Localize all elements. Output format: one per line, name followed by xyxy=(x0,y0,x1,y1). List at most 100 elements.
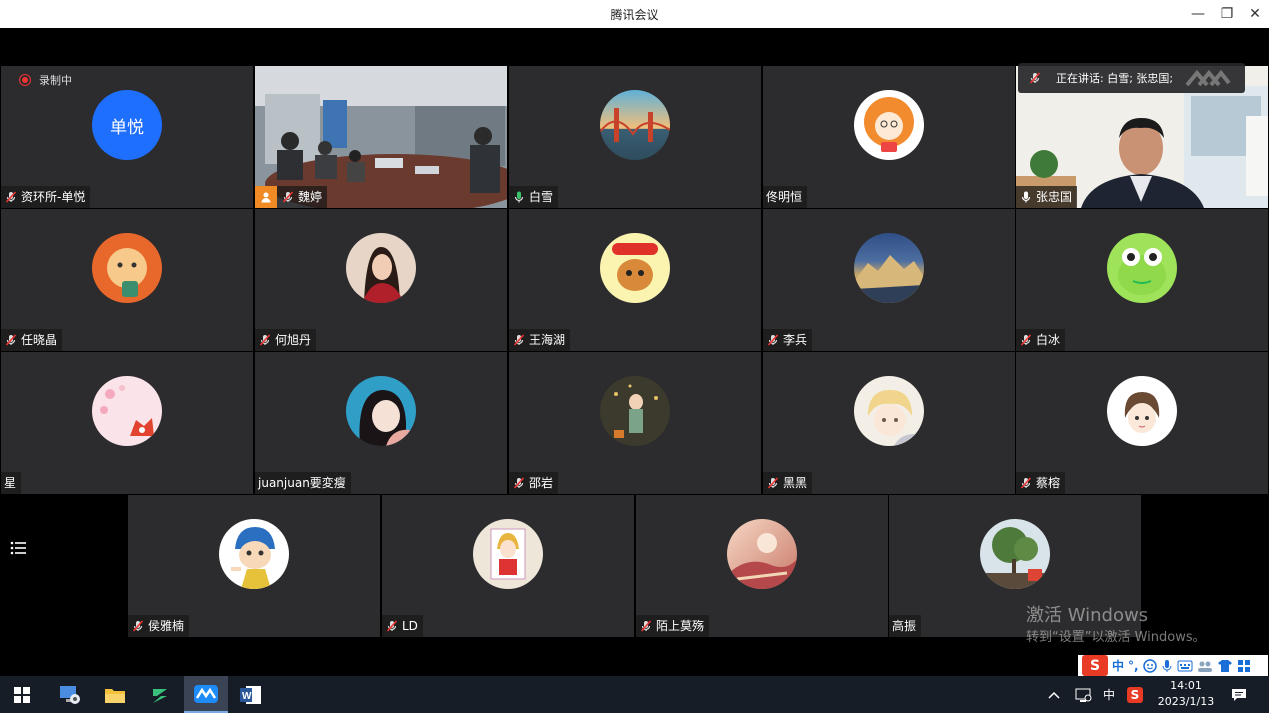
avatar xyxy=(600,233,670,303)
meeting-stage: 录制中 单悦 资环所-单悦 魏婷 白雪 佟明恒 张忠国 正在讲话: 白雪; 张忠… xyxy=(0,28,1269,676)
taskbar-clock[interactable]: 14:01 2023/1/13 xyxy=(1150,678,1222,710)
participant-name-tag: 侯雅楠 xyxy=(128,615,190,637)
app-s-icon xyxy=(153,688,167,703)
participant-name: 星 xyxy=(4,476,17,490)
avatar xyxy=(854,233,924,303)
participant-tile[interactable]: 白冰 xyxy=(1016,209,1268,351)
mic-muted-icon xyxy=(282,191,294,203)
participant-name-tag: 黑黑 xyxy=(763,472,813,494)
sogou-tray-icon[interactable]: S xyxy=(1124,676,1146,713)
mic-muted-icon xyxy=(5,191,17,203)
taskbar-app-word[interactable]: W xyxy=(229,676,273,713)
participant-name: 任晓晶 xyxy=(21,333,58,347)
participant-tile[interactable]: 何旭丹 xyxy=(255,209,507,351)
mic-muted-icon xyxy=(132,620,144,632)
emoji-icon[interactable] xyxy=(1142,658,1157,673)
windows-logo-icon xyxy=(14,686,30,703)
participant-tile[interactable]: 录制中 单悦 资环所-单悦 xyxy=(1,66,253,208)
participant-name-tag: 王海湖 xyxy=(509,329,571,351)
ime-punctuation[interactable]: °, xyxy=(1128,659,1139,673)
input-language-indicator[interactable]: 中 xyxy=(1098,676,1120,713)
participant-tile[interactable]: 任晓晶 xyxy=(1,209,253,351)
participant-name-tag: 佟明恒 xyxy=(763,186,808,208)
mic-muted-icon xyxy=(513,477,525,489)
participant-name-tag: 白冰 xyxy=(1016,329,1066,351)
avatar xyxy=(600,376,670,446)
mic-muted-icon xyxy=(386,620,398,632)
taskbar-app-computer[interactable] xyxy=(48,676,92,713)
network-icon[interactable] xyxy=(1070,676,1096,713)
participant-tile[interactable]: 王海湖 xyxy=(509,209,761,351)
avatar xyxy=(980,519,1050,589)
taskbar: W 中 S 14:01 2023/1/13 xyxy=(0,676,1269,713)
speaking-indicator: 正在讲话: 白雪; 张忠国; xyxy=(1018,63,1245,93)
this-pc-icon xyxy=(60,685,80,704)
participant-name: 资环所-单悦 xyxy=(21,190,86,204)
mic-muted-icon xyxy=(1020,334,1032,346)
participant-tile[interactable]: 侯雅楠 xyxy=(128,495,380,637)
skin-icon[interactable] xyxy=(1217,659,1233,673)
participant-name: 蔡榕 xyxy=(1036,476,1061,490)
participant-name-tag: 何旭丹 xyxy=(255,329,317,351)
notification-center-icon[interactable] xyxy=(1226,676,1252,713)
avatar xyxy=(92,376,162,446)
participant-tile[interactable]: 蔡榕 xyxy=(1016,352,1268,494)
activation-subtitle: 转到“设置”以激活 Windows。 xyxy=(1026,630,1206,645)
minimize-button[interactable]: — xyxy=(1186,4,1210,24)
taskbar-app-tencent-meeting[interactable] xyxy=(184,676,228,713)
participant-tile[interactable]: 陌上莫殇 xyxy=(636,495,888,637)
participant-name: 魏婷 xyxy=(298,190,323,204)
participant-tile[interactable]: 白雪 xyxy=(509,66,761,208)
tray-overflow-chevron-icon[interactable] xyxy=(1044,676,1064,713)
mic-muted-icon xyxy=(640,620,652,632)
participant-tile[interactable]: juanjuan要変瘦 xyxy=(255,352,507,494)
participant-name: 佟明恒 xyxy=(766,190,803,204)
folder-icon xyxy=(105,688,125,703)
taskbar-app-file-explorer[interactable] xyxy=(93,676,137,713)
mic-muted-icon xyxy=(5,334,17,346)
mic-muted-icon xyxy=(767,334,779,346)
participant-name-tag: 白雪 xyxy=(509,186,559,208)
participant-name: juanjuan要変瘦 xyxy=(258,476,346,490)
participant-tile[interactable]: 邵岩 xyxy=(509,352,761,494)
participant-name: 侯雅楠 xyxy=(148,619,185,633)
participant-tile[interactable]: 黑黑 xyxy=(763,352,1015,494)
user-group-icon[interactable] xyxy=(1197,659,1213,673)
participant-name-tag: LD xyxy=(382,615,423,637)
toolbox-icon[interactable] xyxy=(1237,659,1251,673)
participant-name-tag: 李兵 xyxy=(763,329,813,351)
speaking-label: 正在讲话: 白雪; 张忠国; xyxy=(1056,72,1174,85)
mic-muted-icon xyxy=(1020,477,1032,489)
keyboard-icon[interactable] xyxy=(1177,660,1193,672)
participant-name: 王海湖 xyxy=(529,333,566,347)
participant-tile[interactable]: 星 xyxy=(1,352,253,494)
clock-time: 14:01 xyxy=(1170,679,1202,692)
taskbar-app-greenhole[interactable] xyxy=(138,676,182,713)
participant-name-tag: 陌上莫殇 xyxy=(636,615,710,637)
title-bar: 腾讯会议 — ❐ ✕ xyxy=(0,0,1269,28)
host-icon xyxy=(255,186,277,208)
participant-tile[interactable]: LD xyxy=(382,495,634,637)
participant-tile[interactable]: 李兵 xyxy=(763,209,1015,351)
restore-button[interactable]: ❐ xyxy=(1215,4,1239,24)
ime-toolbar[interactable]: S 中 °, xyxy=(1078,655,1268,676)
avatar xyxy=(1107,376,1177,446)
start-button[interactable] xyxy=(0,676,44,713)
mic-muted-icon xyxy=(767,477,779,489)
close-button[interactable]: ✕ xyxy=(1243,4,1267,24)
ime-mode[interactable]: 中 xyxy=(1112,657,1124,674)
avatar xyxy=(92,233,162,303)
participant-list-toggle[interactable] xyxy=(4,534,32,562)
participant-name-tag: 星 xyxy=(1,472,22,494)
mic-active-icon xyxy=(1021,191,1031,203)
mic-active-icon xyxy=(514,191,524,203)
participant-name-tag: 邵岩 xyxy=(509,472,559,494)
participant-tile[interactable]: 佟明恒 xyxy=(763,66,1015,208)
participant-name-tag: 张忠国 xyxy=(1016,186,1078,208)
participant-tile[interactable]: 魏婷 xyxy=(255,66,507,208)
activation-title: 激活 Windows xyxy=(1026,605,1149,626)
mic-muted-icon xyxy=(259,334,271,346)
voice-icon[interactable] xyxy=(1161,659,1173,673)
avatar xyxy=(600,90,670,160)
window-title: 腾讯会议 xyxy=(610,8,659,22)
